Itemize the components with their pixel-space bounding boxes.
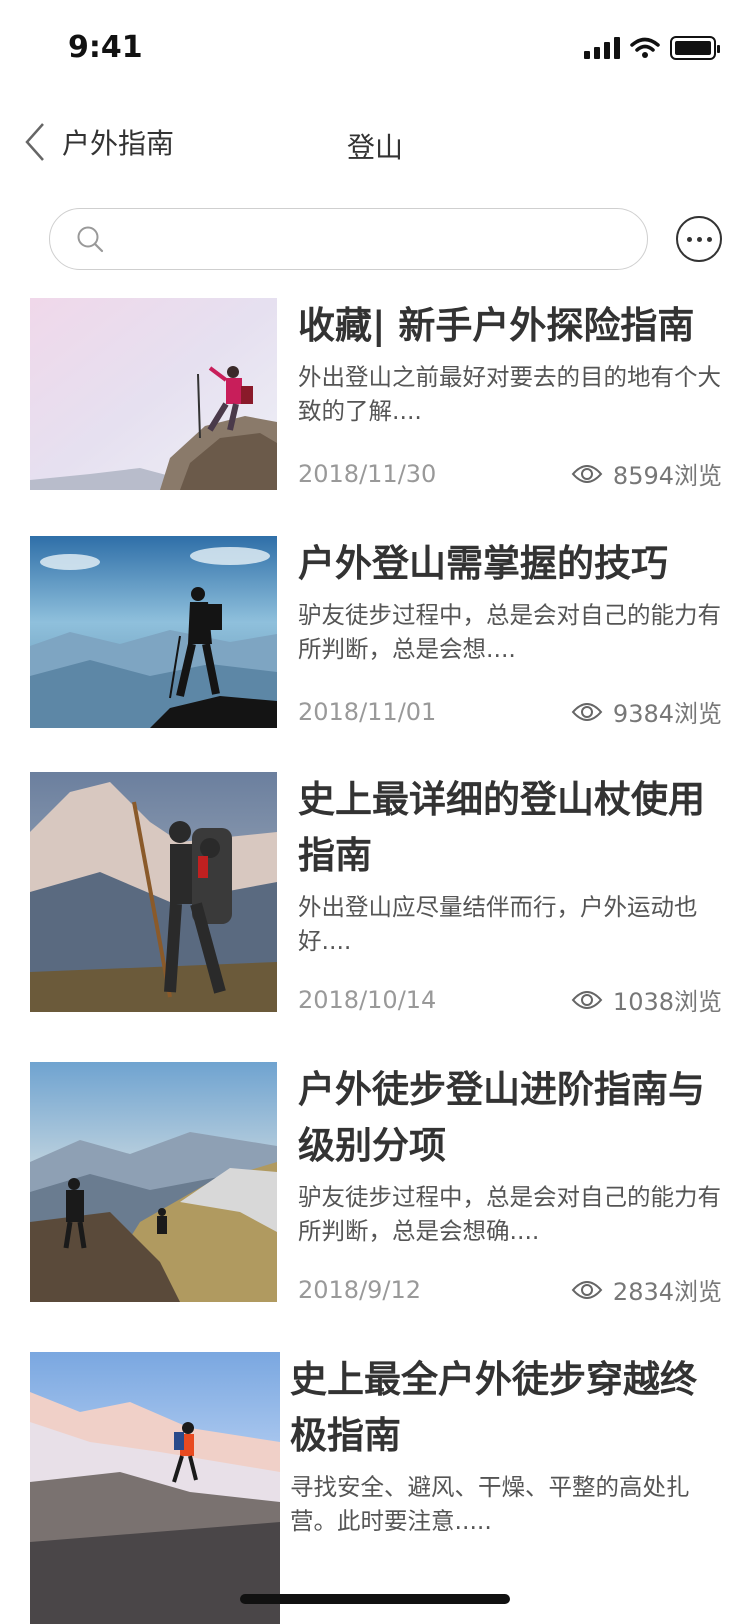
article-thumbnail bbox=[30, 536, 277, 728]
article-thumbnail bbox=[30, 298, 277, 490]
article-item[interactable]: 收藏| 新手户外探险指南 外出登山之前最好对要去的目的地有个大致的了解.... … bbox=[30, 298, 722, 491]
views-count: 8594浏览 bbox=[612, 462, 722, 490]
article-description: 寻找安全、避风、干燥、平整的高处扎营。此时要注意..... bbox=[290, 1473, 690, 1535]
article-description: 驴友徒步过程中，总是会对自己的能力有所判断，总是会想.... bbox=[298, 601, 721, 663]
eye-icon bbox=[571, 702, 603, 721]
navigation-bar: 户外指南 登山 bbox=[0, 112, 750, 176]
status-time: 9:41 bbox=[68, 30, 143, 65]
article-thumbnail bbox=[30, 1062, 277, 1302]
views-count: 2834浏览 bbox=[612, 1278, 722, 1306]
article-info: 史上最全户外徒步穿越终极指南 寻找安全、避风、干燥、平整的高处扎营。此时要注意.… bbox=[290, 1352, 714, 1538]
article-meta: 2018/11/01 9384浏览 bbox=[298, 694, 722, 729]
article-item[interactable]: 史上最详细的登山杖使用指南 外出登山应尽量结伴而行，户外运动也好.... 201… bbox=[30, 772, 722, 1016]
article-item[interactable]: 户外登山需掌握的技巧 驴友徒步过程中，总是会对自己的能力有所判断，总是会想...… bbox=[30, 536, 722, 729]
article-title: 户外徒步登山进阶指南与级别分项 bbox=[298, 1068, 705, 1167]
article-info: 户外徒步登山进阶指南与级别分项 驴友徒步过程中，总是会对自己的能力有所判断，总是… bbox=[298, 1062, 722, 1248]
wifi-icon bbox=[630, 37, 660, 58]
more-dot bbox=[706, 236, 712, 242]
more-dot bbox=[696, 236, 702, 242]
article-views: 2834浏览 bbox=[571, 1272, 722, 1307]
article-title: 史上最详细的登山杖使用指南 bbox=[298, 778, 705, 877]
status-bar: 9:41 bbox=[0, 0, 750, 100]
status-icons bbox=[584, 36, 720, 60]
cellular-signal-icon bbox=[584, 37, 620, 59]
article-date: 2018/11/01 bbox=[298, 697, 437, 726]
article-thumbnail bbox=[30, 772, 277, 1012]
article-views: 1038浏览 bbox=[571, 982, 722, 1017]
article-description: 外出登山之前最好对要去的目的地有个大致的了解.... bbox=[298, 363, 721, 425]
article-views: 8594浏览 bbox=[571, 456, 722, 491]
views-count: 1038浏览 bbox=[612, 988, 722, 1016]
page-title: 登山 bbox=[346, 131, 403, 164]
article-date: 2018/11/30 bbox=[298, 459, 437, 488]
eye-icon bbox=[571, 464, 603, 483]
search-box[interactable] bbox=[49, 208, 648, 270]
article-date: 2018/9/12 bbox=[298, 1275, 422, 1304]
article-item[interactable]: 户外徒步登山进阶指南与级别分项 驴友徒步过程中，总是会对自己的能力有所判断，总是… bbox=[30, 1062, 722, 1306]
views-count: 9384浏览 bbox=[612, 700, 722, 728]
more-button[interactable] bbox=[676, 216, 722, 262]
article-thumbnail bbox=[30, 1352, 280, 1624]
article-title: 户外登山需掌握的技巧 bbox=[298, 542, 668, 585]
article-info: 户外登山需掌握的技巧 驴友徒步过程中，总是会对自己的能力有所判断，总是会想...… bbox=[298, 536, 722, 666]
eye-icon bbox=[571, 1280, 603, 1299]
article-meta: 2018/11/30 8594浏览 bbox=[298, 456, 722, 491]
eye-icon bbox=[571, 990, 603, 1009]
article-description: 外出登山应尽量结伴而行，户外运动也好.... bbox=[298, 893, 698, 955]
article-title: 收藏| 新手户外探险指南 bbox=[298, 304, 695, 347]
home-indicator bbox=[240, 1594, 510, 1604]
search-icon bbox=[77, 226, 104, 253]
article-item[interactable]: 史上最全户外徒步穿越终极指南 寻找安全、避风、干燥、平整的高处扎营。此时要注意.… bbox=[30, 1352, 720, 1624]
article-info: 收藏| 新手户外探险指南 外出登山之前最好对要去的目的地有个大致的了解.... bbox=[298, 298, 722, 428]
article-info: 史上最详细的登山杖使用指南 外出登山应尽量结伴而行，户外运动也好.... bbox=[298, 772, 722, 958]
article-date: 2018/10/14 bbox=[298, 985, 437, 1014]
article-views: 9384浏览 bbox=[571, 694, 722, 729]
search-input[interactable] bbox=[118, 224, 598, 254]
article-meta: 2018/10/14 1038浏览 bbox=[298, 982, 722, 1017]
battery-icon bbox=[670, 36, 720, 60]
more-dot bbox=[686, 236, 692, 242]
article-description: 驴友徒步过程中，总是会对自己的能力有所判断，总是会想确.... bbox=[298, 1183, 721, 1245]
article-title: 史上最全户外徒步穿越终极指南 bbox=[290, 1358, 697, 1457]
article-meta: 2018/9/12 2834浏览 bbox=[298, 1272, 722, 1307]
